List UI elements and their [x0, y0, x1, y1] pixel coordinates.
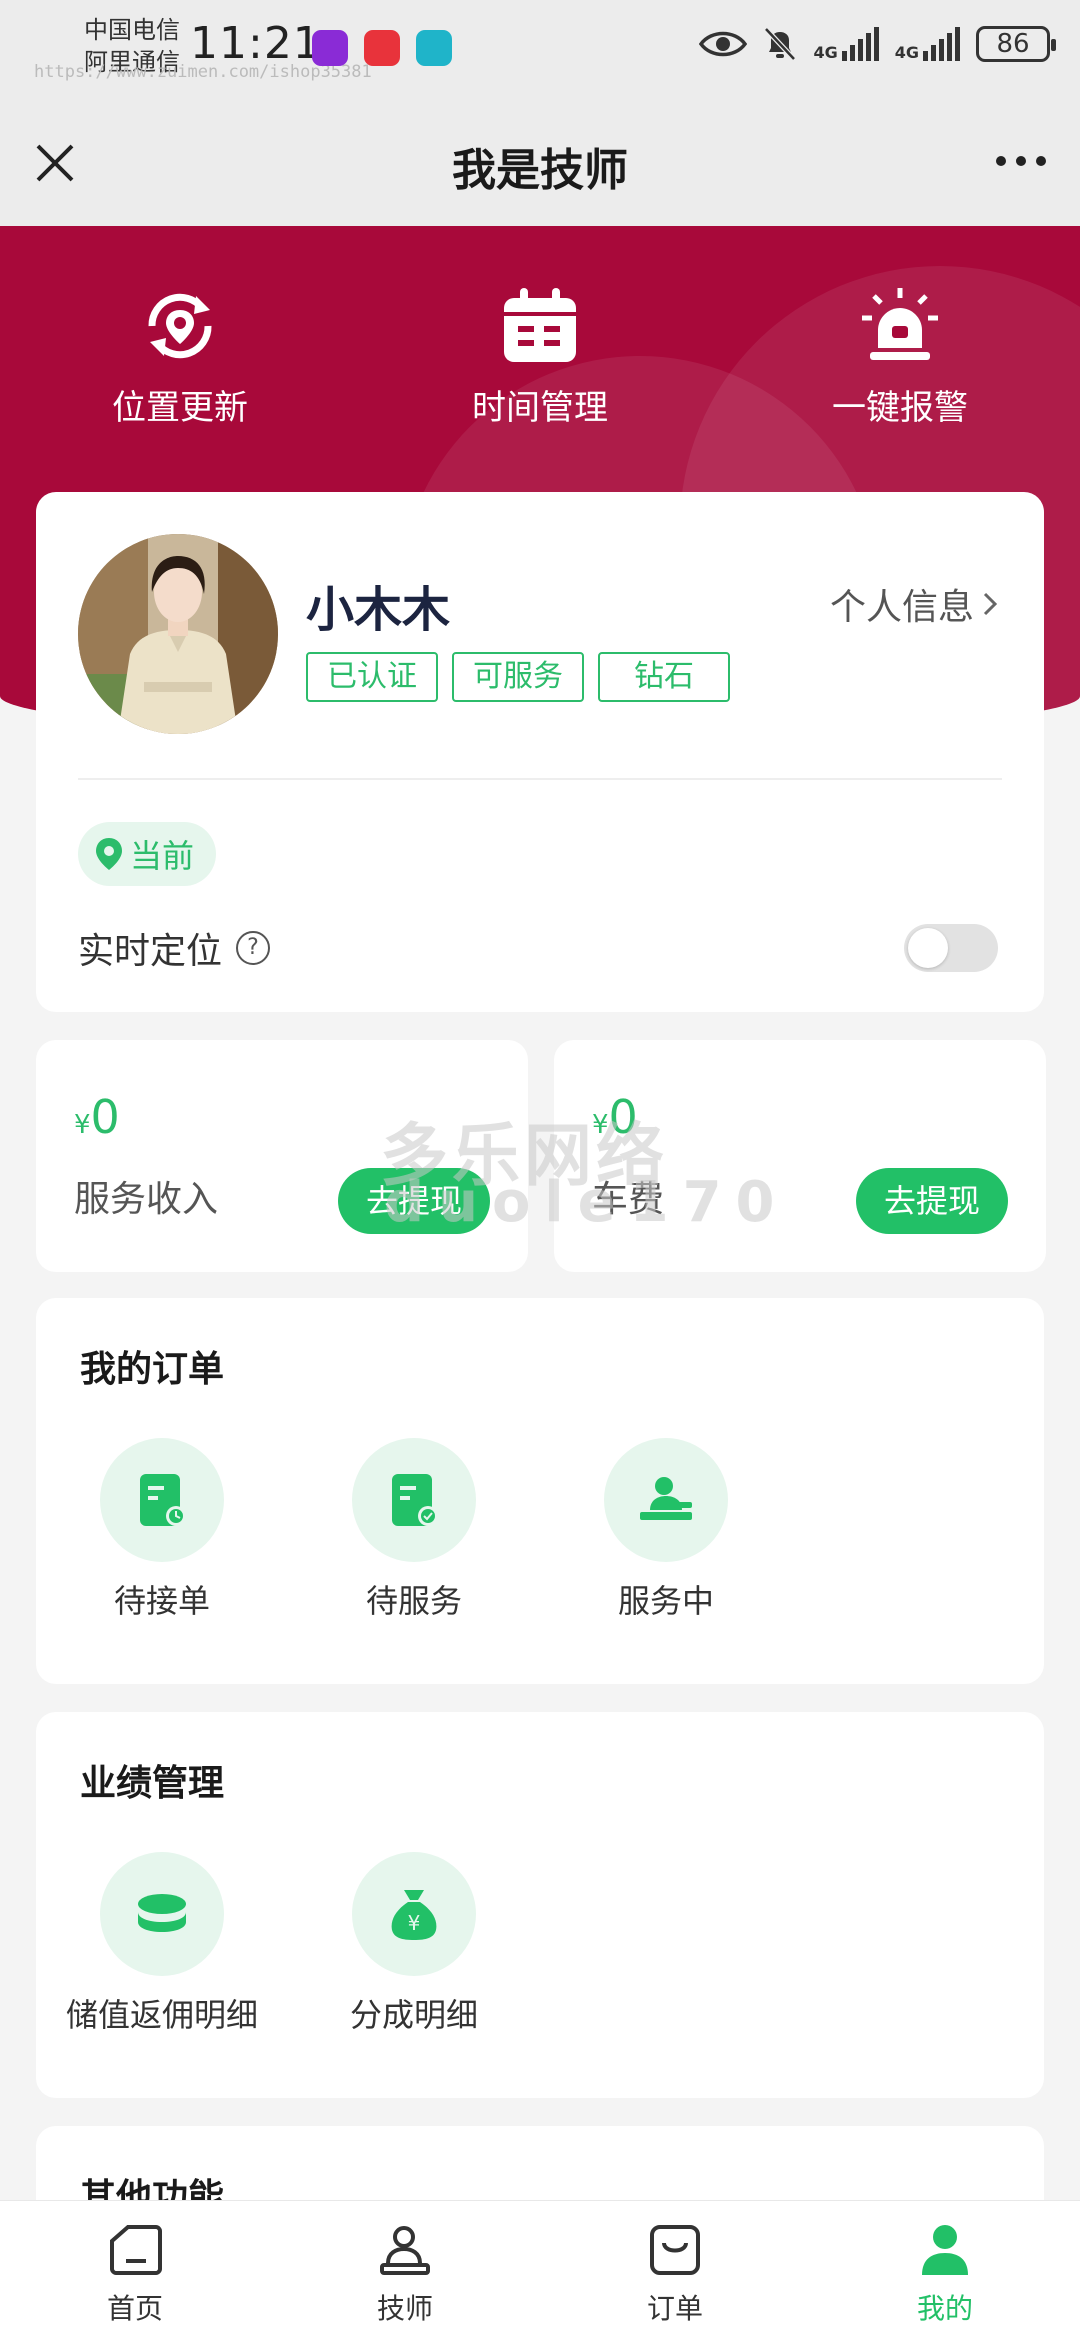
tab-orders[interactable]: 订单 [540, 2201, 810, 2340]
quick-action-time-management[interactable]: 时间管理 [410, 286, 670, 429]
currency-symbol: ¥ [74, 1110, 91, 1140]
pending-service-icon [392, 1474, 438, 1526]
section-title: 我的订单 [80, 1349, 225, 1390]
realtime-location-row: 实时定位 ? [78, 922, 271, 974]
coins-icon [138, 1894, 186, 1932]
withdraw-fare-button[interactable]: 去提现 [856, 1168, 1008, 1234]
performance-grid: 储值返佣明细 ¥ 分成明细 [36, 1852, 540, 2036]
in-service-icon [640, 1477, 692, 1520]
help-icon[interactable]: ? [236, 931, 271, 965]
quick-action-label: 位置更新 [112, 388, 248, 428]
order-pending-service[interactable]: 待服务 [288, 1438, 540, 1622]
status-indicators: 4G 4G 86 [699, 26, 1056, 62]
app-notification-icon [416, 30, 452, 66]
quick-action-label: 时间管理 [472, 388, 608, 428]
performance-section: 业绩管理 储值返佣明细 ¥ 分成明细 [36, 1712, 1044, 2098]
tab-technician[interactable]: 技师 [270, 2201, 540, 2340]
home-icon [110, 2225, 162, 2275]
order-item-label: 待接单 [113, 1582, 210, 1620]
technician-icon [380, 2226, 430, 2275]
eye-icon [699, 31, 748, 57]
quick-action-label: 一键报警 [832, 388, 968, 428]
money-bag-icon: ¥ [391, 1890, 437, 1940]
signal-1: 4G [813, 27, 879, 62]
mute-bell-icon [764, 27, 797, 61]
calendar-icon [504, 288, 576, 362]
chevron-right-icon [983, 592, 998, 616]
signal-2: 4G [895, 27, 960, 61]
status-bar: 中国电信 阿里通信 11:21 https://www.zuimen.com/i… [0, 0, 1080, 100]
tab-mine[interactable]: 我的 [810, 2201, 1080, 2340]
performance-item-label: 储值返佣明细 [65, 1996, 258, 2034]
personal-info-label: 个人信息 [829, 587, 974, 628]
app-notification-icon [312, 30, 348, 66]
user-icon [922, 2225, 968, 2275]
watermark-text: duole170 [384, 1170, 789, 1235]
tag-available: 可服务 [452, 652, 584, 702]
app-notification-icon [364, 30, 400, 66]
current-location-label: 当前 [130, 837, 195, 875]
tab-label: 订单 [646, 2292, 703, 2325]
performance-item-label: 分成明细 [349, 1996, 478, 2034]
nav-bar: 我是技师 [0, 100, 1080, 226]
tab-home[interactable]: 首页 [0, 2201, 270, 2340]
signal-bars-icon [923, 27, 960, 61]
more-menu-icon[interactable] [996, 156, 1046, 166]
orders-bag-icon [650, 2225, 700, 2275]
network-2: 4G [894, 43, 919, 62]
tag-verified: 已认证 [306, 652, 438, 702]
username: 小木木 [306, 582, 451, 638]
tab-label: 首页 [106, 2292, 163, 2325]
network-1: 4G [813, 43, 838, 62]
svg-text:¥: ¥ [408, 1911, 421, 1935]
order-item-label: 待服务 [365, 1582, 462, 1620]
tag-diamond: 钻石 [598, 652, 730, 702]
personal-info-link[interactable]: 个人信息 [830, 578, 998, 630]
battery-icon: 86 [976, 26, 1056, 62]
service-income-value: 0 [90, 1090, 120, 1144]
quick-action-emergency-alarm[interactable]: 一键报警 [770, 286, 1030, 429]
tab-label: 技师 [376, 2292, 433, 2325]
current-location-chip[interactable]: 当前 [78, 822, 217, 886]
signal-bars-icon [841, 27, 879, 61]
bottom-tab-bar: 首页 技师 订单 我的 [0, 2200, 1080, 2340]
location-refresh-icon [148, 293, 212, 359]
realtime-location-label: 实时定位 [78, 931, 223, 972]
location-pin-icon [96, 838, 122, 870]
service-income-label: 服务收入 [74, 1179, 219, 1220]
status-tags: 已认证 可服务 钻石 [306, 652, 730, 702]
pending-order-icon [140, 1474, 186, 1526]
page-title: 我是技师 [452, 145, 628, 196]
order-in-service[interactable]: 服务中 [540, 1438, 792, 1622]
stored-value-commission-item[interactable]: 储值返佣明细 [36, 1852, 288, 2036]
order-pending-accept[interactable]: 待接单 [36, 1438, 288, 1622]
section-title: 业绩管理 [80, 1763, 225, 1804]
orders-grid: 待接单 待服务 服务中 [36, 1438, 792, 1622]
tab-label: 我的 [916, 2292, 973, 2325]
orders-section: 我的订单 待接单 待服务 服务中 [36, 1298, 1044, 1684]
revenue-share-item[interactable]: ¥ 分成明细 [288, 1852, 540, 2036]
alarm-icon [862, 288, 938, 360]
carrier-1: 中国电信 [84, 16, 180, 44]
service-income-amount: ¥0 [74, 1090, 120, 1144]
avatar[interactable] [78, 534, 278, 734]
order-item-label: 服务中 [617, 1582, 714, 1620]
realtime-location-toggle[interactable] [904, 924, 998, 972]
quick-action-location-update[interactable]: 位置更新 [50, 286, 310, 429]
divider [78, 778, 1002, 780]
profile-card: 小木木 个人信息 已认证 可服务 钻石 当前 实时定位 ? [36, 492, 1044, 1012]
battery-level: 86 [996, 29, 1030, 59]
